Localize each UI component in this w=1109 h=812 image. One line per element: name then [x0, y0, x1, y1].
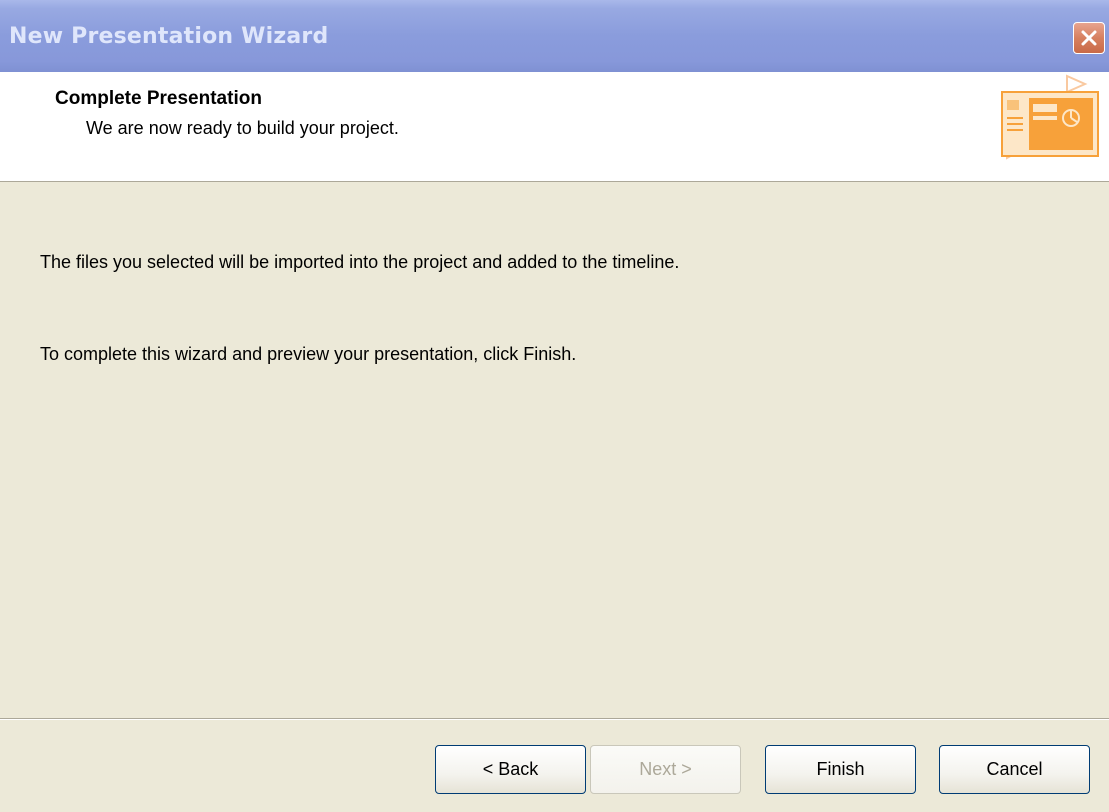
close-icon — [1081, 30, 1097, 46]
finish-button[interactable]: Finish — [765, 745, 916, 794]
back-button[interactable]: < Back — [435, 745, 586, 794]
title-bar[interactable]: New Presentation Wizard — [0, 0, 1109, 72]
finish-instruction-text: To complete this wizard and preview your… — [40, 344, 577, 364]
header-subtitle: We are now ready to build your project. — [86, 118, 399, 138]
presentation-slide-icon — [1001, 74, 1099, 160]
import-info-text: The files you selected will be imported … — [40, 252, 680, 272]
cancel-button[interactable]: Cancel — [939, 745, 1090, 794]
next-button[interactable]: Next > — [590, 745, 741, 794]
button-separator — [0, 718, 1109, 720]
window-title: New Presentation Wizard — [9, 24, 329, 49]
close-button[interactable] — [1073, 22, 1105, 54]
wizard-window: New Presentation Wizard Complete Present… — [0, 0, 1109, 812]
wizard-header: Complete Presentation We are now ready t… — [0, 72, 1109, 182]
header-title: Complete Presentation — [55, 88, 262, 109]
